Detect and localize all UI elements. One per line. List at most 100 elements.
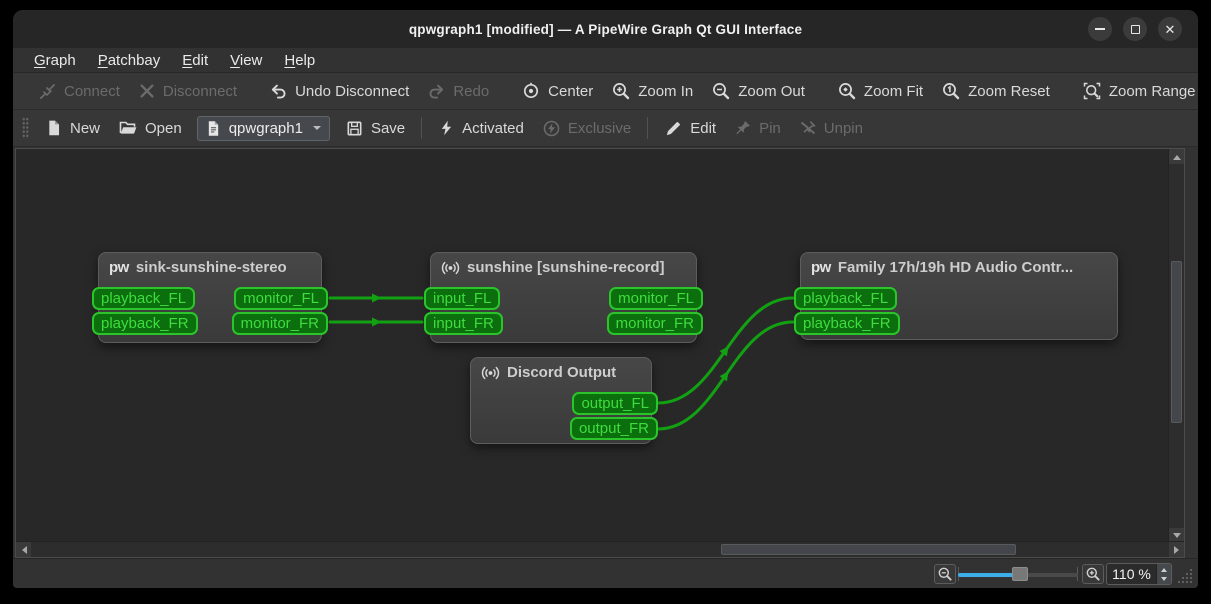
graph-port-playback_FR[interactable]: playback_FR: [92, 312, 198, 335]
node-header: pw sink-sunshine-stereo: [99, 253, 321, 276]
zoom-slider-handle[interactable]: [1012, 567, 1028, 581]
edit-button[interactable]: Edit: [655, 115, 725, 142]
vertical-scrollbar[interactable]: [1168, 149, 1184, 543]
zoom-fit-button[interactable]: Zoom Fit: [828, 77, 932, 105]
node-header: pw Family 17h/19h HD Audio Contr...: [801, 253, 1117, 276]
horizontal-scrollbar[interactable]: [16, 541, 1184, 557]
node-title: Family 17h/19h HD Audio Contr...: [837, 259, 1074, 276]
connect-button[interactable]: Connect: [29, 78, 129, 105]
zoom-range-label: Zoom Range: [1108, 82, 1196, 100]
unpin-button[interactable]: Unpin: [790, 115, 872, 141]
toolbar-drag-handle[interactable]: [22, 117, 29, 139]
minimize-button[interactable]: [1088, 17, 1112, 41]
nodes-layer: pw sink-sunshine-stereo playback_FL playbac…: [16, 149, 1184, 557]
zoom-in-label: Zoom In: [638, 82, 694, 100]
graph-node-family[interactable]: pw Family 17h/19h HD Audio Contr... playba…: [794, 252, 1118, 340]
vertical-scroll-thumb[interactable]: [1171, 261, 1182, 423]
node-title: sunshine [sunshine-record]: [467, 259, 665, 276]
file-toolbar: New Open qpwgraph1 Save Activated Exclus…: [13, 110, 1198, 147]
patchbay-selector[interactable]: qpwgraph1: [196, 115, 330, 141]
zoom-reset-icon: [941, 81, 961, 101]
graph-port-playback_FL[interactable]: playback_FL: [794, 287, 898, 310]
zoom-in-icon: [611, 81, 631, 101]
new-label: New: [70, 119, 101, 137]
node-header: Discord Output: [471, 358, 651, 381]
broadcast-icon: [481, 365, 500, 381]
activated-button[interactable]: Activated: [429, 115, 533, 141]
unpin-icon: [799, 119, 817, 137]
statusbar-zoom-in-button[interactable]: [1082, 564, 1104, 584]
spin-up-button[interactable]: [1157, 564, 1171, 574]
patchbay-file-icon: [205, 120, 222, 137]
graph-node-discord[interactable]: Discord Output output_FL output_FR: [470, 357, 658, 444]
zoom-in-button[interactable]: Zoom In: [602, 77, 702, 105]
horizontal-scroll-thumb[interactable]: [721, 544, 1016, 555]
graph-node-sunshine[interactable]: sunshine [sunshine-record] input_FL input_…: [424, 252, 703, 343]
main-toolbar: Connect Disconnect Undo Disconnect Redo …: [13, 73, 1198, 110]
pin-button[interactable]: Pin: [725, 115, 790, 141]
graph-node-sink[interactable]: pw sink-sunshine-stereo playback_FL playbac…: [92, 252, 328, 343]
undo-icon: [269, 82, 288, 101]
save-label: Save: [370, 119, 406, 137]
graph-port-playback_FR[interactable]: playback_FR: [794, 312, 900, 335]
graph-port-monitor_FL[interactable]: monitor_FL: [234, 287, 328, 310]
center-button[interactable]: Center: [512, 77, 602, 105]
graph-canvas[interactable]: pw sink-sunshine-stereo playback_FL playbac…: [15, 148, 1185, 558]
chevron-down-icon: [312, 126, 321, 134]
zoom-range-icon: [1082, 81, 1102, 101]
graph-port-monitor_FL[interactable]: monitor_FL: [609, 287, 703, 310]
menu-view[interactable]: View: [219, 51, 273, 70]
save-button[interactable]: Save: [336, 115, 414, 142]
app-window: qpwgraph1 [modified] — A PipeWire Graph …: [13, 10, 1198, 588]
patchbay-name: qpwgraph1: [228, 119, 303, 137]
exclusive-button[interactable]: Exclusive: [533, 115, 640, 142]
close-button[interactable]: ✕: [1158, 17, 1182, 41]
scroll-left-button[interactable]: [16, 542, 31, 557]
activated-label: Activated: [462, 119, 524, 137]
zoom-spinbox[interactable]: 110 %: [1106, 563, 1172, 585]
menu-bar: Graph Patchbay Edit View Help: [13, 48, 1198, 73]
open-button[interactable]: Open: [109, 114, 191, 142]
zoom-out-label: Zoom Out: [738, 82, 805, 100]
zoom-range-button[interactable]: Zoom Range: [1073, 77, 1198, 105]
graph-port-input_FL[interactable]: input_FL: [424, 287, 501, 310]
graph-port-input_FR[interactable]: input_FR: [424, 312, 503, 335]
graph-port-monitor_FR[interactable]: monitor_FR: [231, 312, 328, 335]
new-button[interactable]: New: [36, 115, 109, 141]
disconnect-button[interactable]: Disconnect: [129, 78, 246, 104]
window-title: qpwgraph1 [modified] — A PipeWire Graph …: [408, 21, 803, 37]
zoom-out-icon: [938, 567, 952, 581]
scroll-right-button[interactable]: [1169, 542, 1184, 557]
disconnect-label: Disconnect: [162, 82, 238, 100]
spin-down-button[interactable]: [1157, 574, 1171, 584]
connect-icon: [38, 82, 57, 101]
redo-button[interactable]: Redo: [418, 78, 498, 105]
window-controls: ✕: [1088, 17, 1182, 41]
close-icon: ✕: [1164, 21, 1176, 37]
zoom-reset-button[interactable]: Zoom Reset: [932, 77, 1059, 105]
triangle-left-icon: [18, 545, 27, 554]
statusbar-zoom-out-button[interactable]: [934, 564, 956, 584]
window-resize-grip[interactable]: [1176, 567, 1194, 588]
center-icon: [521, 81, 541, 101]
open-label: Open: [145, 119, 182, 137]
desktop: { "window": { "title": "qpwgraph1 [modif…: [0, 0, 1211, 604]
maximize-button[interactable]: [1123, 17, 1147, 41]
menu-edit[interactable]: Edit: [171, 51, 219, 70]
graph-port-monitor_FR[interactable]: monitor_FR: [606, 312, 703, 335]
slider-track-filled[interactable]: [958, 572, 1016, 577]
unpin-label: Unpin: [823, 119, 863, 137]
zoom-slider[interactable]: [958, 564, 1078, 584]
title-bar[interactable]: qpwgraph1 [modified] — A PipeWire Graph …: [13, 10, 1198, 48]
graph-port-playback_FL[interactable]: playback_FL: [92, 287, 196, 310]
graph-port-output_FR[interactable]: output_FR: [569, 417, 658, 440]
scroll-up-button[interactable]: [1169, 149, 1184, 164]
triangle-up-icon: [1172, 151, 1181, 160]
new-file-icon: [45, 119, 63, 137]
undo-button[interactable]: Undo Disconnect: [260, 78, 418, 105]
menu-help[interactable]: Help: [273, 51, 326, 70]
menu-patchbay[interactable]: Patchbay: [87, 51, 172, 70]
graph-port-output_FL[interactable]: output_FL: [572, 392, 658, 415]
menu-graph[interactable]: Graph: [23, 51, 87, 70]
zoom-out-button[interactable]: Zoom Out: [702, 77, 814, 105]
